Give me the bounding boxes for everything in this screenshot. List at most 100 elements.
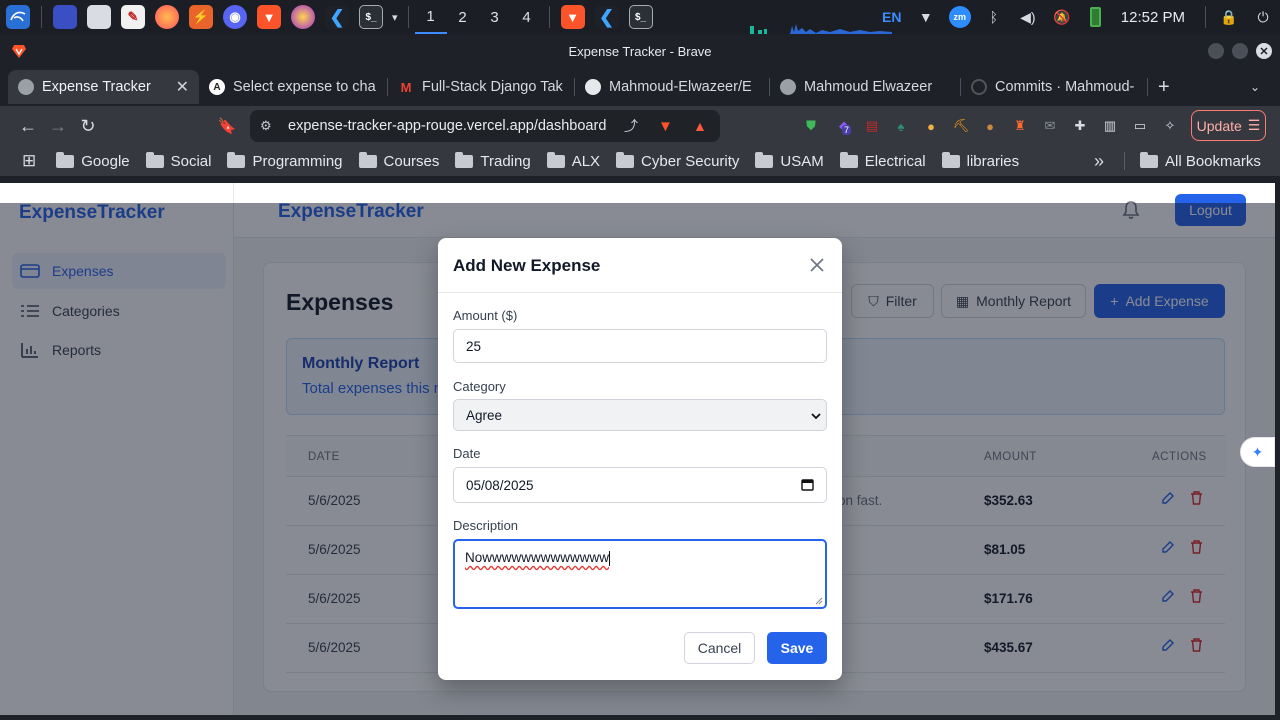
- tab-label: Expense Tracker: [42, 79, 151, 95]
- fire-extension-icon[interactable]: ♜: [1008, 114, 1032, 138]
- brave-shields-icon[interactable]: ▼: [658, 118, 673, 135]
- tab-profile[interactable]: Mahmoud Elwazeer: [770, 70, 960, 104]
- workspace-app-icon[interactable]: [53, 5, 77, 29]
- wifi-icon[interactable]: ▼: [909, 0, 943, 34]
- folder-icon: [755, 151, 774, 168]
- lock-icon[interactable]: 🔒: [1212, 0, 1246, 34]
- site-settings-icon[interactable]: ⚙: [260, 118, 272, 134]
- minimize-button[interactable]: [1208, 43, 1224, 59]
- address-bar[interactable]: ⚙ expense-tracker-app-rouge.vercel.app/d…: [250, 110, 720, 142]
- close-tab-icon[interactable]: ✕: [176, 77, 189, 97]
- brave-rewards-icon[interactable]: ▲: [693, 118, 707, 134]
- bookmark-folder-google[interactable]: Google: [56, 151, 130, 170]
- tab-django-admin[interactable]: A Select expense to cha: [199, 70, 387, 104]
- window-title: Expense Tracker - Brave: [568, 43, 712, 59]
- terminal-running-icon[interactable]: $_: [628, 5, 653, 29]
- url-text[interactable]: expense-tracker-app-rouge.vercel.app/das…: [288, 118, 606, 134]
- wallet-icon[interactable]: ▭: [1128, 114, 1152, 138]
- bookmark-page-icon[interactable]: 🔖: [212, 111, 242, 141]
- tab-search-chevron-icon[interactable]: ⌄: [1250, 80, 1260, 94]
- cancel-button[interactable]: Cancel: [684, 632, 755, 664]
- dialog-header: Add New Expense: [438, 238, 842, 293]
- shield-extension-icon[interactable]: ⛊: [799, 114, 823, 138]
- leo-ai-icon[interactable]: ✧: [1158, 114, 1182, 138]
- close-icon[interactable]: [808, 256, 826, 274]
- workspace-3[interactable]: 3: [479, 0, 511, 34]
- close-window-button[interactable]: ✕: [1256, 43, 1272, 59]
- bookmark-folder-courses[interactable]: Courses: [358, 151, 439, 170]
- workspace-2[interactable]: 2: [447, 0, 479, 34]
- tab-expense-tracker[interactable]: Expense Tracker ✕: [8, 70, 199, 104]
- kali-menu-icon[interactable]: [6, 5, 30, 29]
- all-bookmarks-folder[interactable]: All Bookmarks: [1140, 151, 1261, 170]
- workspace-1[interactable]: 1: [414, 0, 447, 34]
- vscode-running-icon[interactable]: ❮: [594, 5, 619, 29]
- bookmark-folder-programming[interactable]: Programming: [227, 151, 343, 170]
- ai-assistant-icon[interactable]: ✦: [1240, 437, 1275, 467]
- folder-icon: [358, 151, 377, 168]
- extension-with-badge-icon[interactable]: ◆7: [832, 114, 856, 138]
- pickaxe-extension-icon[interactable]: ⛏: [949, 114, 973, 138]
- resize-handle-icon[interactable]: [815, 597, 823, 605]
- flag-extension-icon[interactable]: ▤: [860, 114, 884, 138]
- folder-icon: [1140, 151, 1158, 168]
- description-label: Description: [453, 518, 519, 533]
- sidebar-toggle-icon[interactable]: ▥: [1098, 114, 1122, 138]
- discord-icon[interactable]: ◉: [223, 5, 247, 29]
- bookmark-folder-libraries[interactable]: libraries: [941, 151, 1019, 170]
- clock[interactable]: 12:52 PM: [1113, 9, 1199, 26]
- tab-label: Mahmoud Elwazeer: [804, 79, 933, 95]
- tree-extension-icon[interactable]: ♠: [889, 114, 913, 138]
- date-value: 05/08/2025: [466, 477, 534, 493]
- category-select[interactable]: Agree: [453, 399, 827, 431]
- firefox-icon[interactable]: [155, 5, 179, 29]
- notifications-muted-icon[interactable]: 🔕: [1045, 0, 1079, 34]
- bookmark-folder-electrical[interactable]: Electrical: [839, 151, 926, 170]
- vscode-icon[interactable]: ❮: [325, 5, 349, 29]
- calendar-icon[interactable]: [801, 478, 814, 491]
- bookmark-folder-cyber-security[interactable]: Cyber Security: [616, 151, 739, 170]
- bookmark-folder-alx[interactable]: ALX: [546, 151, 600, 170]
- workspace-4[interactable]: 4: [511, 0, 543, 34]
- extensions-puzzle-icon[interactable]: ✚: [1068, 114, 1092, 138]
- forward-button[interactable]: →: [43, 111, 73, 141]
- face-extension-icon[interactable]: ●: [919, 114, 943, 138]
- category-selected-value: Agree: [466, 407, 503, 423]
- date-input[interactable]: 05/08/2025: [453, 467, 827, 503]
- save-button[interactable]: Save: [767, 632, 827, 664]
- new-tab-button[interactable]: +: [1158, 76, 1170, 99]
- zoom-icon[interactable]: zm: [943, 0, 977, 34]
- more-bookmarks-button[interactable]: »: [1094, 151, 1104, 172]
- apps-grid-icon[interactable]: ⊞: [22, 151, 36, 171]
- mail-extension-icon[interactable]: ✉: [1038, 114, 1062, 138]
- reload-button[interactable]: ↻: [73, 111, 103, 141]
- file-manager-icon[interactable]: [87, 5, 111, 29]
- bookmark-folder-social[interactable]: Social: [145, 151, 211, 170]
- tab-commits[interactable]: Commits · Mahmoud-: [961, 70, 1147, 104]
- cookie-extension-icon[interactable]: ●: [978, 114, 1002, 138]
- tab-gmail[interactable]: M Full-Stack Django Tak: [388, 70, 574, 104]
- burp-icon[interactable]: ⚡: [189, 5, 213, 29]
- language-indicator[interactable]: EN: [875, 0, 909, 34]
- bookmark-folder-usam[interactable]: USAM: [755, 151, 824, 170]
- back-button[interactable]: ←: [13, 111, 43, 141]
- chevron-down-icon[interactable]: ▾: [392, 11, 398, 24]
- maximize-button[interactable]: [1232, 43, 1248, 59]
- text-editor-icon[interactable]: ✎: [121, 5, 145, 29]
- update-button[interactable]: Update ☰: [1191, 110, 1266, 141]
- firefox-dev-icon[interactable]: [291, 5, 315, 29]
- bluetooth-icon[interactable]: ᛒ: [977, 0, 1011, 34]
- amount-input[interactable]: [453, 329, 827, 363]
- bookmark-folder-trading[interactable]: Trading: [455, 151, 531, 170]
- terminal-icon[interactable]: $_: [359, 5, 383, 29]
- network-graph-icon: [750, 24, 892, 34]
- volume-icon[interactable]: ◀): [1011, 0, 1045, 34]
- battery-icon[interactable]: [1079, 0, 1113, 34]
- folder-icon: [839, 151, 858, 168]
- description-textarea[interactable]: Nowwwwwwwwwwwww: [453, 539, 827, 609]
- brave-running-icon[interactable]: ▼: [560, 5, 585, 29]
- brave-icon[interactable]: ▼: [257, 5, 281, 29]
- tab-github-repo[interactable]: Mahmoud-Elwazeer/E: [575, 70, 769, 104]
- share-icon[interactable]: ⤴: [624, 116, 638, 136]
- power-icon[interactable]: ⏻: [1246, 0, 1280, 34]
